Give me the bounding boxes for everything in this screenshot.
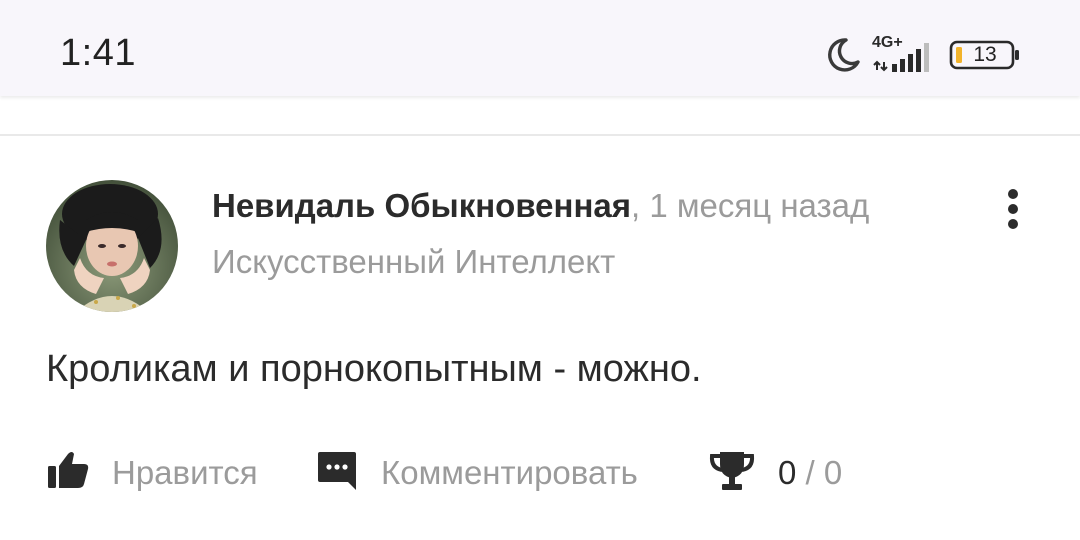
trophy-icon xyxy=(709,452,755,490)
status-bar: 1:41 4G+ 13 xyxy=(0,0,1080,96)
thumbs-up-icon xyxy=(48,452,89,488)
award-count: 0 xyxy=(778,454,797,491)
status-time: 1:41 xyxy=(60,32,136,74)
comment-icon xyxy=(318,452,356,490)
comment-label: Комментировать xyxy=(381,454,638,491)
avatar[interactable] xyxy=(46,180,178,312)
comment-text: Кроликам и порнокопытным - можно. xyxy=(46,348,702,390)
moon-icon xyxy=(828,38,860,72)
more-options-icon[interactable] xyxy=(996,186,1030,232)
author-name[interactable]: Невидаль Обыкновенная xyxy=(212,187,631,224)
category-link[interactable]: Искусственный Интеллект xyxy=(212,243,615,281)
award-counter: 0 / 0 xyxy=(778,454,842,492)
like-label: Нравится xyxy=(112,454,258,491)
avatar-image xyxy=(46,180,178,312)
battery-level: 13 xyxy=(973,43,997,66)
award-separator: / xyxy=(796,454,824,491)
award-total: 0 xyxy=(823,454,843,491)
timestamp: , 1 месяц назад xyxy=(631,187,870,224)
comment-header: Невидаль Обыкновенная, 1 месяц назад xyxy=(212,187,869,225)
award-button[interactable]: 0 / 0 xyxy=(708,448,858,494)
signal-icon xyxy=(873,43,929,72)
divider xyxy=(0,134,1080,136)
comment-button[interactable]: Комментировать xyxy=(316,448,672,494)
like-button[interactable]: Нравится xyxy=(46,448,276,494)
